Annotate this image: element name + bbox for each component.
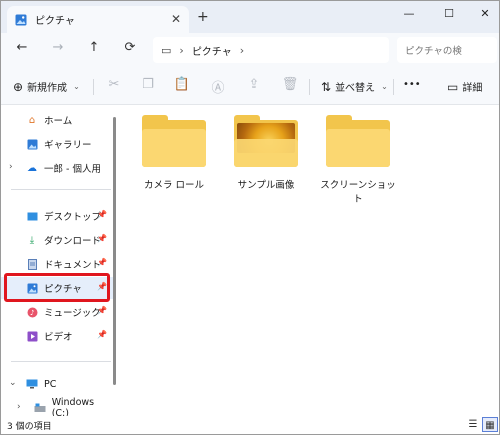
large-icons-view-icon[interactable]: ▦	[482, 417, 498, 432]
item-count: 3 個の項目	[7, 421, 52, 432]
more-icon: •••	[403, 79, 421, 90]
sidebar-item-label: ドキュメント	[44, 260, 102, 271]
sidebar-item-home[interactable]: ⌂ ホーム	[1, 109, 113, 131]
details-button[interactable]: ▭ 詳細	[447, 79, 483, 95]
folder-icon	[326, 115, 390, 167]
file-explorer-window: ピクチャ ✕ + — ☐ ✕ ← → ↑ ⟳ ▭ › ピクチャ › ピクチャの検…	[0, 0, 500, 435]
sidebar-item-label: PC	[44, 378, 57, 390]
pin-icon: 📌	[97, 258, 107, 267]
pc-icon	[25, 378, 39, 390]
close-button[interactable]: ✕	[475, 7, 495, 20]
sidebar-item-documents[interactable]: ドキュメント 📌	[1, 253, 113, 275]
folder-icon	[142, 115, 206, 167]
back-button[interactable]: ←	[13, 40, 31, 55]
folder-label: カメラ ロール	[143, 180, 205, 191]
chevron-down-icon: ⌄	[73, 82, 80, 91]
tab-pictures[interactable]: ピクチャ ✕	[7, 6, 189, 33]
pin-icon: 📌	[97, 306, 107, 315]
highlight-annotation	[4, 273, 110, 302]
sidebar-item-gallery[interactable]: ギャラリー	[1, 133, 113, 155]
svg-text:♪: ♪	[30, 309, 34, 317]
tab-label: ピクチャ	[35, 16, 75, 27]
sidebar-item-videos[interactable]: ビデオ 📌	[1, 325, 113, 347]
tab-close-icon[interactable]: ✕	[171, 12, 181, 26]
chevron-down-icon: ⌄	[381, 82, 388, 91]
delete-icon[interactable]: 🗑	[281, 77, 299, 92]
breadcrumb-chevron-icon[interactable]: ›	[240, 44, 244, 57]
new-button[interactable]: ⊕ 新規作成 ⌄	[13, 79, 80, 95]
gallery-icon	[25, 138, 39, 150]
rename-icon[interactable]: Ⓐ	[209, 77, 227, 96]
status-bar: 3 個の項目 ☰ ▦	[1, 416, 499, 434]
sort-button[interactable]: ⇅ 並べ替え ⌄	[321, 79, 388, 95]
folder-label: スクリーンショット	[320, 180, 396, 205]
minimize-button[interactable]: —	[399, 7, 419, 20]
pictures-icon	[15, 14, 27, 25]
desktop-icon	[25, 210, 39, 222]
sidebar-item-music[interactable]: ♪ ミュージック 📌	[1, 301, 113, 323]
folder-sample-pictures[interactable]: サンプル画像	[227, 115, 305, 191]
chevron-right-icon[interactable]: ›	[17, 402, 21, 412]
more-options-button[interactable]: •••	[403, 79, 421, 90]
drive-icon	[33, 402, 47, 414]
navigation-pane: ⌂ ホーム ギャラリー › ☁ 一郎 - 個人用 デスクトップ 📌 ⤓ ダウンロ…	[1, 105, 119, 419]
chevron-right-icon[interactable]: ›	[9, 162, 13, 172]
add-icon: ⊕	[13, 79, 24, 94]
forward-button[interactable]: →	[49, 40, 67, 55]
details-pane-icon: ▭	[447, 79, 459, 94]
sidebar-item-desktop[interactable]: デスクトップ 📌	[1, 205, 113, 227]
sort-icon: ⇅	[321, 79, 332, 94]
onedrive-icon: ☁	[27, 162, 37, 174]
new-tab-button[interactable]: +	[197, 9, 209, 25]
details-label: 詳細	[462, 83, 483, 94]
navigation-bar: ← → ↑ ⟳ ▭ › ピクチャ › ピクチャの検	[1, 33, 499, 67]
music-icon: ♪	[25, 306, 39, 318]
computer-icon: ▭	[161, 43, 172, 57]
sidebar-item-downloads[interactable]: ⤓ ダウンロード 📌	[1, 229, 113, 251]
sidebar-item-label: デスクトップ	[44, 212, 102, 223]
chevron-down-icon[interactable]: ⌄	[9, 378, 17, 388]
paste-icon[interactable]: 📋	[173, 77, 191, 92]
sidebar-item-label: ミュージック	[44, 308, 101, 319]
pin-icon: 📌	[97, 234, 107, 243]
folder-icon	[234, 115, 298, 167]
folder-label: サンプル画像	[237, 180, 295, 191]
sidebar-item-label: ビデオ	[44, 332, 73, 343]
download-icon: ⤓	[29, 234, 35, 246]
file-list: カメラ ロール サンプル画像 スクリーンショット	[121, 105, 499, 416]
sort-label: 並べ替え	[335, 83, 376, 94]
maximize-button[interactable]: ☐	[439, 7, 459, 20]
copy-icon[interactable]: ❐	[139, 77, 157, 92]
pin-icon: 📌	[97, 210, 107, 219]
folder-screenshots[interactable]: スクリーンショット	[319, 115, 397, 205]
refresh-button[interactable]: ⟳	[121, 40, 139, 55]
details-view-icon[interactable]: ☰	[465, 417, 481, 432]
breadcrumb-chevron-icon[interactable]: ›	[179, 44, 183, 57]
command-bar: ⊕ 新規作成 ⌄ ✂ ❐ 📋 Ⓐ ⇪ 🗑 ⇅ 並べ替え ⌄ ••• ▭ 詳細	[1, 67, 499, 105]
up-button[interactable]: ↑	[85, 40, 103, 55]
sidebar-scrollbar[interactable]	[113, 117, 116, 385]
sidebar-item-onedrive[interactable]: › ☁ 一郎 - 個人用	[1, 157, 113, 179]
sidebar-item-label: ホーム	[44, 116, 73, 127]
sidebar-item-label: ダウンロード	[44, 236, 102, 247]
title-bar: ピクチャ ✕ + — ☐ ✕	[1, 1, 499, 33]
breadcrumb-pictures[interactable]: ピクチャ	[192, 43, 232, 58]
search-placeholder: ピクチャの検	[405, 46, 462, 57]
sidebar-item-label: 一郎 - 個人用	[44, 164, 101, 175]
home-icon: ⌂	[28, 114, 36, 126]
video-icon	[25, 330, 39, 342]
documents-icon	[25, 258, 39, 270]
sidebar-item-label: ギャラリー	[44, 140, 92, 151]
pin-icon: 📌	[97, 330, 107, 339]
search-input[interactable]: ピクチャの検	[397, 37, 497, 63]
sidebar-item-pc[interactable]: ⌄ PC	[1, 373, 113, 395]
cut-icon[interactable]: ✂	[105, 77, 123, 92]
address-bar[interactable]: ▭ › ピクチャ ›	[153, 37, 389, 63]
share-icon[interactable]: ⇪	[245, 77, 263, 92]
new-label: 新規作成	[27, 83, 68, 94]
folder-camera-roll[interactable]: カメラ ロール	[135, 115, 213, 191]
